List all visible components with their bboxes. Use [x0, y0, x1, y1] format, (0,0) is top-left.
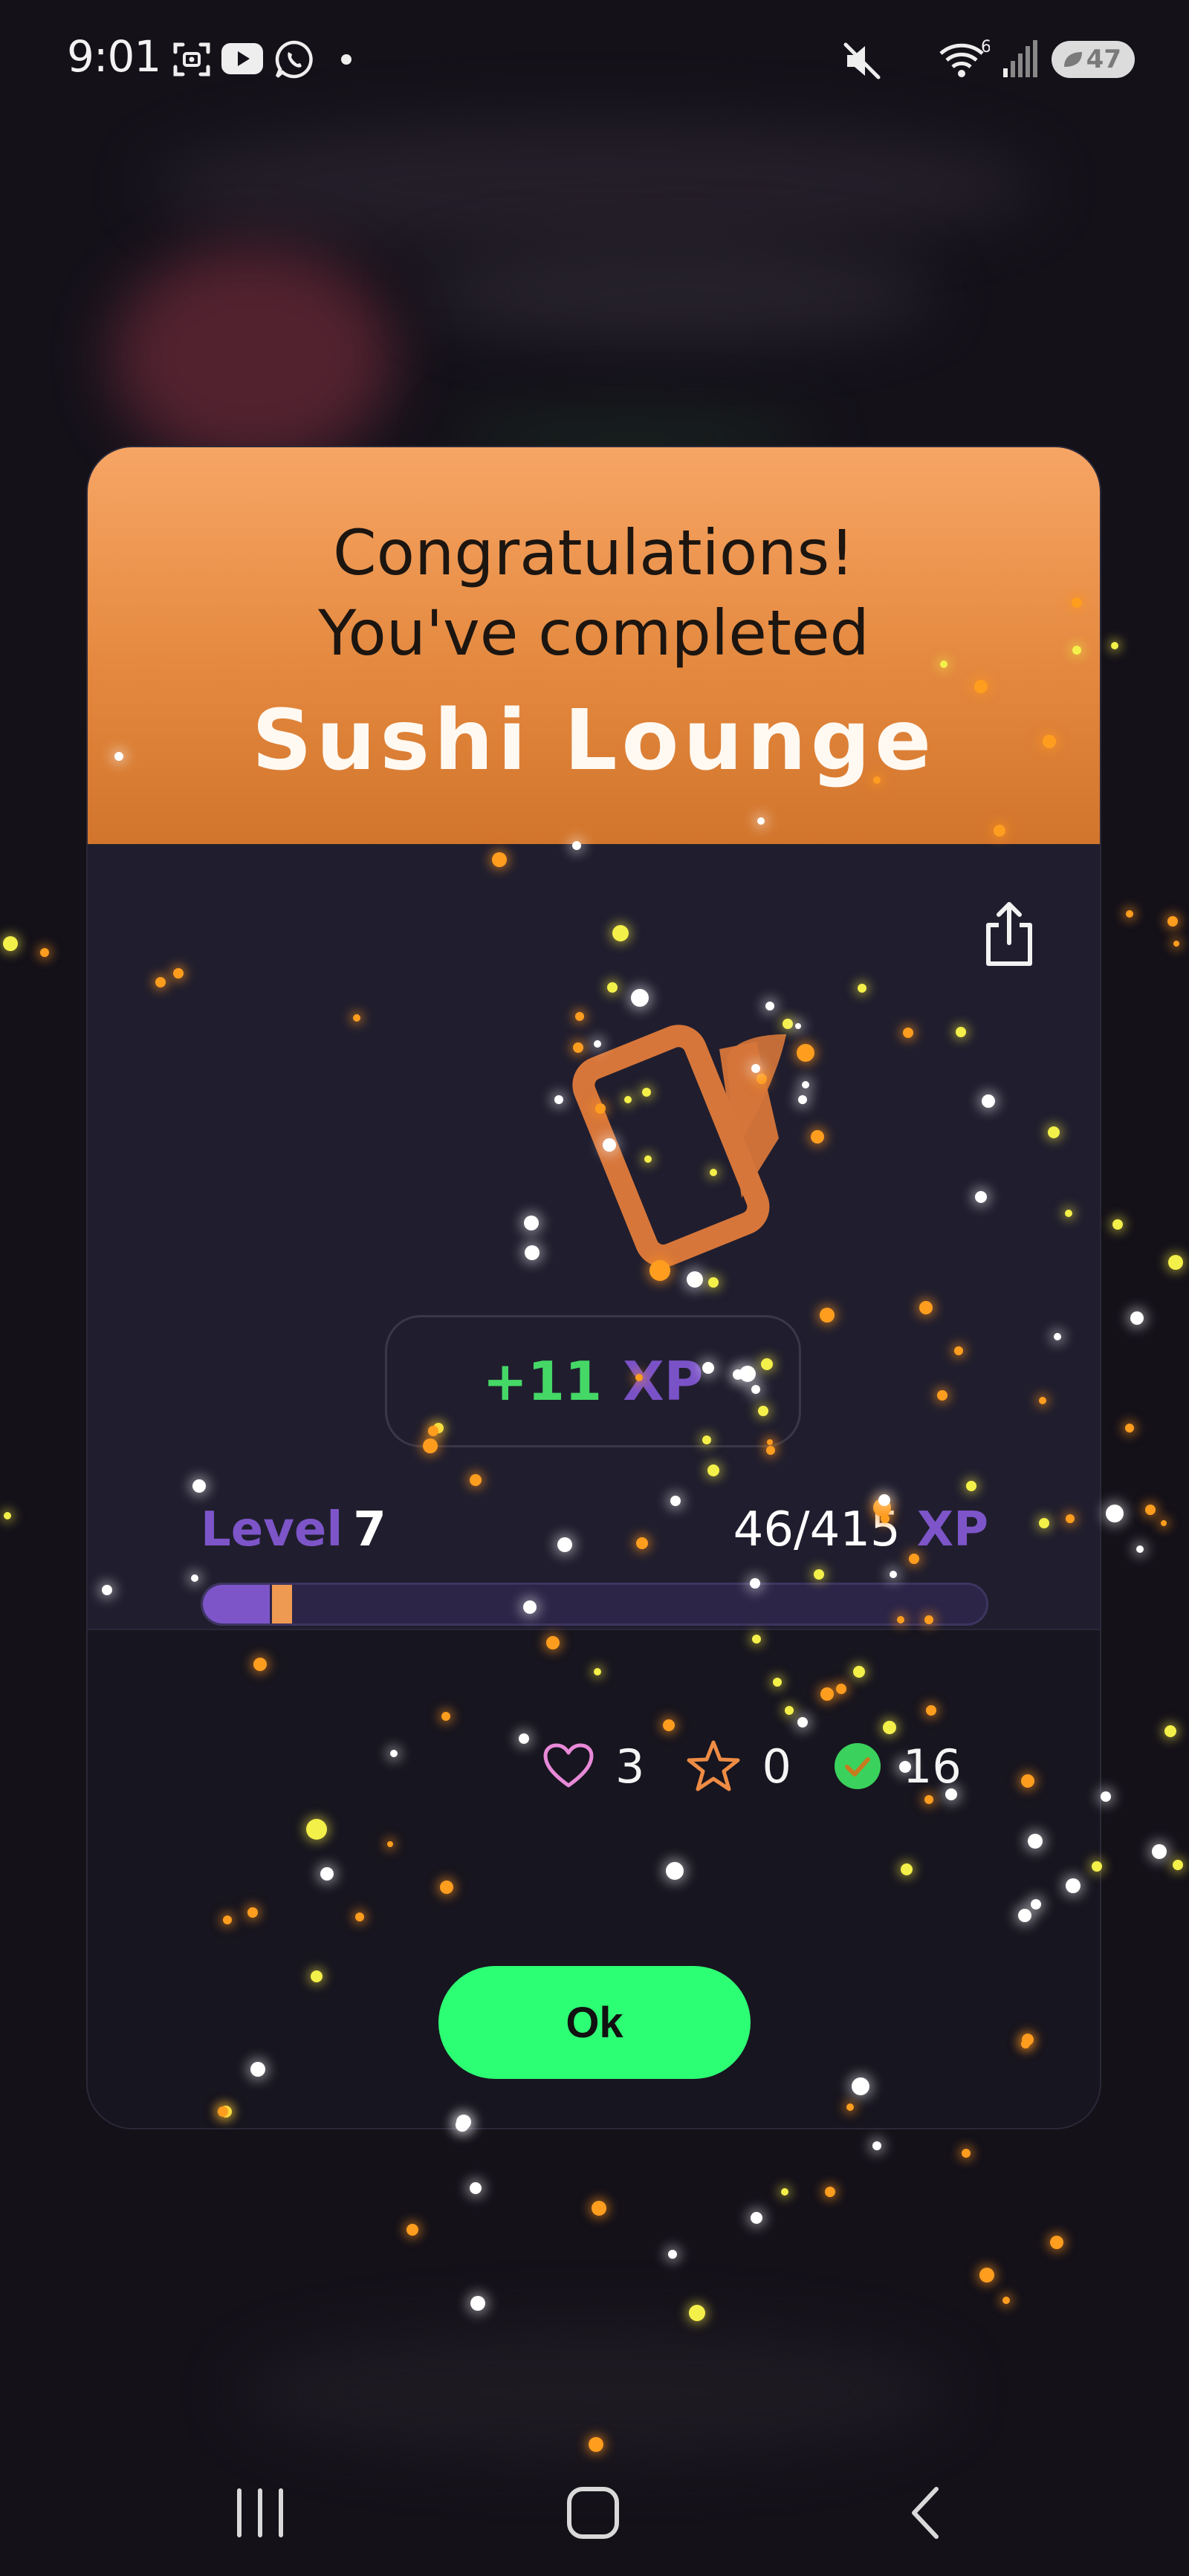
- home-icon[interactable]: [563, 2483, 623, 2543]
- confetti-particle: [1145, 1505, 1156, 1515]
- confetti-particle: [1173, 941, 1179, 947]
- confetti-particle: [1130, 1311, 1144, 1325]
- confetti-particle: [1125, 1424, 1134, 1433]
- background-app-blur: [238, 2326, 951, 2459]
- confetti-particle: [1112, 1219, 1123, 1230]
- confetti-particle: [689, 2305, 705, 2321]
- stars-count: 0: [762, 1739, 791, 1794]
- status-time: 9:01: [67, 31, 161, 82]
- confetti-particle: [962, 2149, 971, 2158]
- star-icon: [687, 1740, 740, 1791]
- confetti-particle: [781, 2188, 788, 2196]
- confetti-particle: [979, 2268, 994, 2283]
- xp-gain-amount: +11: [482, 1350, 603, 1412]
- confetti-particle: [1050, 2236, 1063, 2249]
- level-progress-bar: [201, 1583, 988, 1626]
- confetti-particle: [825, 2187, 835, 2197]
- ok-button[interactable]: Ok: [438, 1966, 751, 2079]
- confetti-particle: [592, 2201, 606, 2216]
- share-button[interactable]: [972, 893, 1046, 975]
- completion-dialog: Congratulations! You've completed Sushi …: [88, 447, 1100, 2128]
- cards-icon: [572, 1025, 786, 1268]
- level-row: Level 7 46/415 XP: [201, 1502, 988, 1557]
- confetti-particle: [1152, 1844, 1167, 1859]
- confetti-particle: [3, 936, 18, 951]
- xp-gain-unit: XP: [623, 1350, 704, 1412]
- confetti-particle: [1126, 910, 1133, 918]
- confetti-particle: [668, 2250, 677, 2259]
- completed-stat: 16: [833, 1739, 962, 1794]
- recents-icon[interactable]: [232, 2483, 288, 2543]
- level-number: 7: [353, 1502, 386, 1557]
- stars-stat: 0: [686, 1739, 791, 1794]
- confetti-particle: [1106, 1505, 1124, 1522]
- status-bar: 9:01 6 47: [0, 0, 1189, 119]
- confetti-particle: [1167, 916, 1178, 927]
- confetti-particle: [872, 2141, 881, 2150]
- screenshot-icon: [173, 42, 210, 77]
- heart-icon: [543, 1743, 594, 1788]
- confetti-particle: [1161, 1520, 1167, 1526]
- confetti-particle: [40, 948, 49, 957]
- confetti-particle: [751, 2212, 762, 2224]
- stats-row: 3 0 16: [542, 1733, 962, 1800]
- confetti-particle: [1111, 642, 1118, 649]
- confetti-particle: [1168, 1255, 1183, 1270]
- xp-current-total: 46/415: [733, 1502, 901, 1557]
- hearts-stat: 3: [542, 1739, 644, 1794]
- confetti-particle: [470, 2182, 482, 2194]
- navigation-bar: [0, 2452, 1189, 2576]
- wifi-icon: 6: [939, 39, 990, 77]
- confetti-particle: [1173, 1860, 1183, 1870]
- back-icon[interactable]: [904, 2483, 948, 2543]
- background-app-blur: [416, 245, 936, 342]
- completed-count: 16: [902, 1739, 962, 1794]
- xp-progress-text: 46/415 XP: [733, 1502, 988, 1557]
- confetti-particle: [470, 2296, 485, 2311]
- background-app-blur: [149, 119, 1040, 253]
- confetti-particle: [1164, 1725, 1176, 1737]
- confetti-particle: [1002, 2297, 1010, 2304]
- whatsapp-icon: [275, 40, 313, 79]
- congrats-line-1: Congratulations!: [333, 516, 855, 589]
- level-progress-fill: [203, 1585, 270, 1623]
- dot-icon: [341, 54, 351, 65]
- signal-icon: [1003, 40, 1037, 77]
- youtube-icon: [221, 43, 263, 74]
- level-label: Level: [201, 1502, 343, 1557]
- confetti-particle: [4, 1512, 11, 1519]
- battery-level: 47: [1086, 45, 1121, 74]
- checkmark-icon: [834, 1743, 881, 1789]
- hearts-count: 3: [615, 1739, 645, 1794]
- confetti-particle: [1136, 1545, 1144, 1553]
- background-app-blur: [111, 245, 394, 468]
- share-icon: [986, 902, 1032, 966]
- confetti-particle: [1101, 1791, 1111, 1802]
- dialog-header: Congratulations! You've completed Sushi …: [88, 447, 1100, 844]
- network-label: 6: [981, 39, 990, 56]
- congrats-message: Congratulations! You've completed: [88, 513, 1100, 673]
- congrats-line-2: You've completed: [318, 597, 869, 669]
- mute-icon: [843, 42, 881, 80]
- battery-icon: 47: [1052, 41, 1135, 78]
- xp-progress-unit: XP: [916, 1502, 988, 1557]
- course-title: Sushi Lounge: [251, 692, 936, 789]
- xp-gain-badge: +11 XP: [385, 1315, 801, 1447]
- power-saving-icon: [1064, 52, 1082, 67]
- confetti-particle: [406, 2224, 418, 2236]
- level-progress-gain: [269, 1585, 292, 1623]
